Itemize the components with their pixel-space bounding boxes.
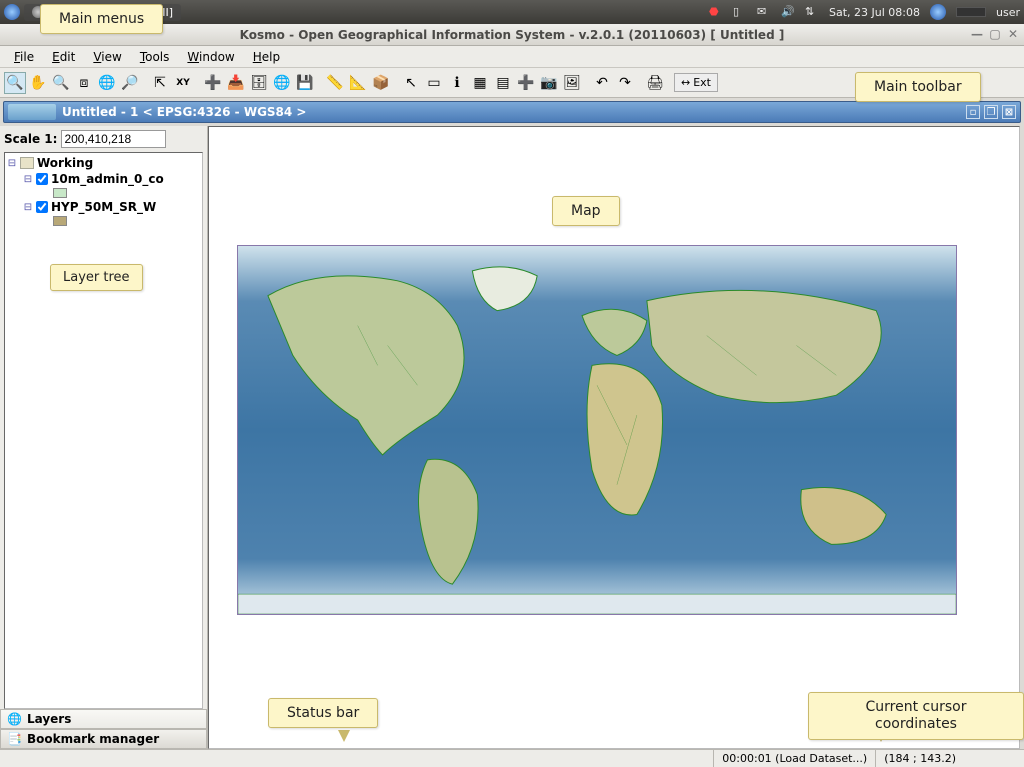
zoom-in-tool[interactable]: 🔍 xyxy=(4,72,26,94)
status-time: 00:00:01 (Load Dataset...) xyxy=(713,750,875,767)
layer-swatch-icon xyxy=(53,188,67,198)
xy-tool[interactable]: XY xyxy=(172,72,194,94)
menu-tools[interactable]: Tools xyxy=(132,48,178,66)
status-coords: (184 ; 143.2) xyxy=(875,750,964,767)
tab-label: Layers xyxy=(27,712,71,726)
layer-name: HYP_50M_SR_W xyxy=(51,200,156,214)
layer-tree[interactable]: ⊟ Working ⊟ 10m_admin_0_co ⊟ HYP_50M_SR_… xyxy=(4,152,203,709)
add-feature-tool[interactable]: ➕ xyxy=(202,72,224,94)
alert-icon[interactable]: ⬣ xyxy=(709,5,723,19)
callout-tree: Layer tree xyxy=(50,264,143,291)
statusbar: 00:00:01 (Load Dataset...) (184 ; 143.2) xyxy=(0,749,1024,767)
box3d-tool[interactable]: 📦 xyxy=(370,72,392,94)
folder-icon xyxy=(20,157,34,169)
tab-label: Bookmark manager xyxy=(27,732,159,746)
menu-window[interactable]: Window xyxy=(179,48,242,66)
tree-toggle-icon[interactable]: ⊟ xyxy=(23,174,33,185)
scale-input[interactable] xyxy=(61,130,166,148)
clock[interactable]: Sat, 23 Jul 08:08 xyxy=(829,6,920,19)
undo-tool[interactable]: ↶ xyxy=(591,72,613,94)
tree-root[interactable]: ⊟ Working xyxy=(7,155,200,171)
tab-layers[interactable]: 🌐 Layers xyxy=(0,709,207,729)
layer-checkbox[interactable] xyxy=(36,201,48,213)
wms-tool[interactable]: 🌐 xyxy=(271,72,293,94)
close-button[interactable]: ✕ xyxy=(1006,27,1020,41)
os-menu-icon[interactable] xyxy=(4,4,20,20)
world-map[interactable] xyxy=(237,245,957,615)
measure-area-tool[interactable]: 📐 xyxy=(347,72,369,94)
ext-icon: ↔ xyxy=(681,76,690,89)
tree-layer-2[interactable]: ⊟ HYP_50M_SR_W xyxy=(7,199,200,215)
extensions-button[interactable]: ↔ Ext xyxy=(674,73,718,92)
sidebar: Scale 1: ⊟ Working ⊟ 10m_admin_0_co ⊟ HY… xyxy=(0,126,208,749)
doc-min-button[interactable]: ▫ xyxy=(966,105,980,119)
info-tool[interactable]: ℹ xyxy=(446,72,468,94)
tree-layer-1-swatch xyxy=(7,187,200,199)
add-layer-tool[interactable]: 📥 xyxy=(225,72,247,94)
doc-close-button[interactable]: ⊠ xyxy=(1002,105,1016,119)
document-titlebar: Untitled - 1 < EPSG:4326 - WGS84 > ▫ ❐ ⊠ xyxy=(3,101,1021,123)
grid-tool[interactable]: ▦ xyxy=(469,72,491,94)
arrow-icon xyxy=(338,730,350,742)
zoom-box-tool[interactable]: ⧈ xyxy=(73,72,95,94)
collapse-tool[interactable]: ⇱ xyxy=(149,72,171,94)
tree-layer-2-swatch xyxy=(7,215,200,227)
zoom-full-tool[interactable]: 🌐 xyxy=(96,72,118,94)
select-tool[interactable]: ▭ xyxy=(423,72,445,94)
menubar: File Edit View Tools Window Help xyxy=(0,46,1024,68)
bookmark-icon: 📑 xyxy=(7,732,22,746)
table-tool[interactable]: ▤ xyxy=(492,72,514,94)
save-tool[interactable]: 💾 xyxy=(294,72,316,94)
measure-dist-tool[interactable]: 📏 xyxy=(324,72,346,94)
menu-file[interactable]: File xyxy=(6,48,42,66)
globe-icon: 🌐 xyxy=(7,712,22,726)
layer-checkbox[interactable] xyxy=(36,173,48,185)
add-record-tool[interactable]: ➕ xyxy=(515,72,537,94)
pointer-tool[interactable]: ↖ xyxy=(400,72,422,94)
battery-icon[interactable]: ▯ xyxy=(733,5,747,19)
tab-bookmark[interactable]: 📑 Bookmark manager xyxy=(0,729,207,749)
menu-edit[interactable]: Edit xyxy=(44,48,83,66)
menu-view[interactable]: View xyxy=(85,48,129,66)
tray-globe-icon[interactable] xyxy=(930,4,946,20)
user-label[interactable]: user xyxy=(996,6,1020,19)
doc-restore-button[interactable]: ❐ xyxy=(984,105,998,119)
tree-toggle-icon[interactable]: ⊟ xyxy=(7,158,17,169)
database-tool[interactable]: 🗄 xyxy=(248,72,270,94)
snapshot-tool[interactable]: 📷 xyxy=(538,72,560,94)
tree-toggle-icon[interactable]: ⊟ xyxy=(23,202,33,213)
zoom-sel-tool[interactable]: 🔎 xyxy=(119,72,141,94)
volume-icon[interactable]: 🔊 xyxy=(781,5,795,19)
minimize-button[interactable]: — xyxy=(970,27,984,41)
pan-tool[interactable]: ✋ xyxy=(27,72,49,94)
callout-status: Status bar xyxy=(268,698,378,728)
scale-label: Scale 1: xyxy=(4,132,57,146)
network-icon[interactable]: ⇅ xyxy=(805,5,819,19)
layer-name: 10m_admin_0_co xyxy=(51,172,164,186)
app-title: Kosmo - Open Geographical Information Sy… xyxy=(240,28,785,42)
layer-swatch-icon xyxy=(53,216,67,226)
workspace-switcher[interactable] xyxy=(956,7,986,17)
print-tool[interactable]: 🖨 xyxy=(644,72,666,94)
ext-label: Ext xyxy=(693,76,711,89)
maximize-button[interactable]: ▢ xyxy=(988,27,1002,41)
callout-toolbar: Main toolbar xyxy=(855,72,981,102)
doc-title-text: Untitled - 1 < EPSG:4326 - WGS84 > xyxy=(62,105,307,119)
callout-coords: Current cursor coordinates xyxy=(808,692,1024,740)
callout-menus: Main menus xyxy=(40,4,163,34)
tree-root-label: Working xyxy=(37,156,93,170)
tree-layer-1[interactable]: ⊟ 10m_admin_0_co xyxy=(7,171,200,187)
image-tool[interactable]: 🖼 xyxy=(561,72,583,94)
callout-map: Map xyxy=(552,196,620,226)
doc-globe-icon xyxy=(8,104,56,120)
zoom-out-tool[interactable]: 🔍 xyxy=(50,72,72,94)
mail-icon[interactable]: ✉ xyxy=(757,5,771,19)
menu-help[interactable]: Help xyxy=(245,48,288,66)
redo-tool[interactable]: ↷ xyxy=(614,72,636,94)
